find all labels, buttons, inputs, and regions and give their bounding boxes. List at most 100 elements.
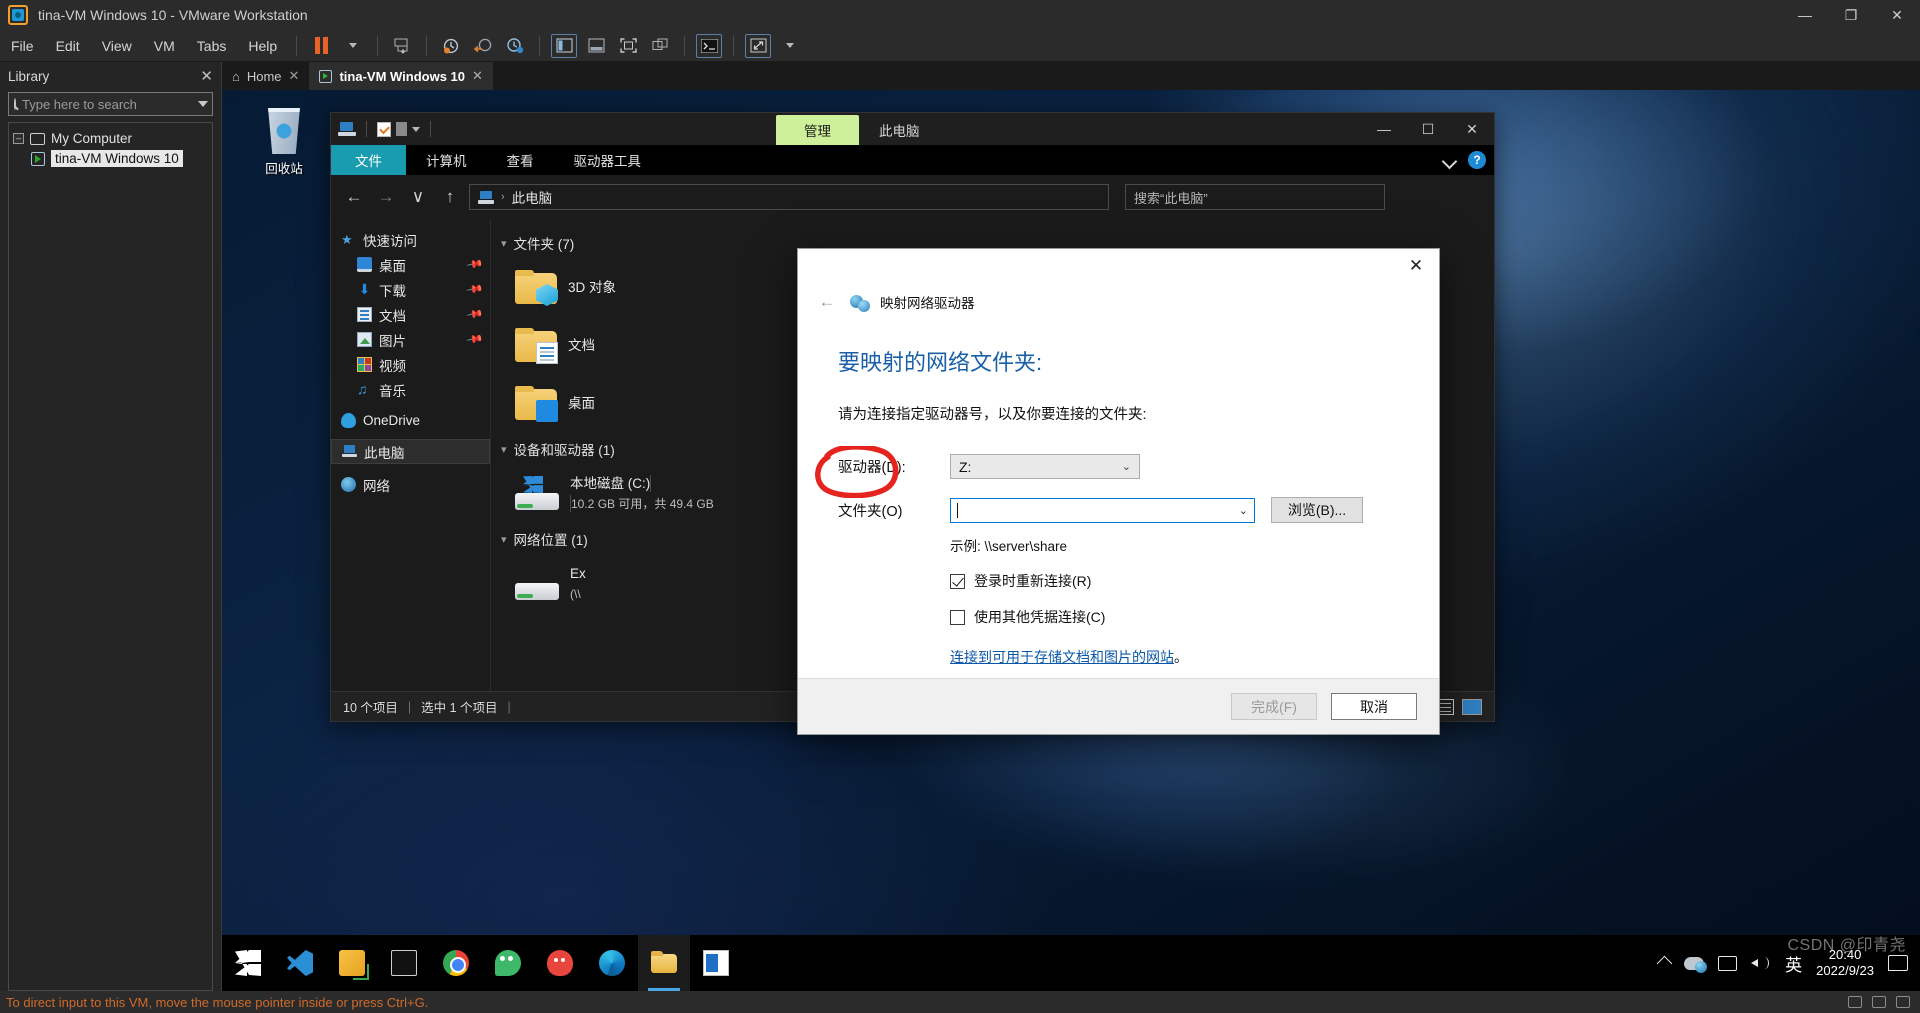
stretch-dropdown-button[interactable] <box>777 34 803 58</box>
list-item[interactable]: 文档 <box>501 317 741 375</box>
tab-tina-vm[interactable]: tina-VM Windows 10 ✕ <box>309 62 493 90</box>
menu-file[interactable]: File <box>0 34 45 58</box>
folder-input[interactable]: ⌄ <box>950 497 1255 523</box>
explorer-maximize-button[interactable]: ☐ <box>1406 113 1450 145</box>
cancel-button[interactable]: 取消 <box>1331 693 1417 720</box>
sidebar-item-documents[interactable]: 文档 📌 <box>331 302 490 327</box>
chevron-down-icon[interactable]: ⌄ <box>1239 504 1248 517</box>
recent-locations-button[interactable]: ∨ <box>405 184 431 210</box>
taskbar-item-edge[interactable] <box>586 935 638 991</box>
credentials-checkbox[interactable] <box>950 609 965 625</box>
console-button[interactable] <box>696 33 723 58</box>
sidebar-item-pictures[interactable]: 图片 📌 <box>331 327 490 352</box>
dialog-close-button[interactable]: ✕ <box>1393 249 1439 283</box>
back-button[interactable]: ← <box>341 184 367 210</box>
sidebar-item-network[interactable]: 网络 <box>331 472 490 497</box>
show-thumbnails-button[interactable] <box>583 34 609 58</box>
sidebar-item-videos[interactable]: 视频 <box>331 352 490 377</box>
vmware-close-button[interactable]: ✕ <box>1874 0 1920 30</box>
network-tray-icon[interactable] <box>1718 955 1738 971</box>
address-bar[interactable]: › 此电脑 <box>469 184 1109 210</box>
library-search-input[interactable] <box>22 96 198 112</box>
sidebar-item-music[interactable]: ♫ 音乐 <box>331 377 490 402</box>
sidebar-item-downloads[interactable]: ⬇ 下载 📌 <box>331 277 490 302</box>
ribbon-tab-manage[interactable]: 管理 <box>776 115 859 145</box>
tab-close-icon[interactable]: ✕ <box>289 68 300 84</box>
ribbon-tab-file[interactable]: 文件 <box>331 145 406 175</box>
desktop-icon-recycle-bin[interactable]: 回收站 <box>244 108 324 177</box>
expand-ribbon-icon[interactable] <box>1444 154 1456 166</box>
sidebar-item-desktop[interactable]: 桌面 📌 <box>331 252 490 277</box>
taskbar-item-snipaste[interactable] <box>326 935 378 991</box>
power-dropdown-button[interactable] <box>340 34 366 58</box>
properties-icon[interactable] <box>377 121 391 137</box>
list-item[interactable]: 3D 对象 <box>501 259 741 317</box>
breadcrumb-current[interactable]: 此电脑 <box>512 187 553 207</box>
browse-button[interactable]: 浏览(B)... <box>1271 497 1363 523</box>
stretch-guest-button[interactable] <box>745 33 772 58</box>
connect-website-link[interactable]: 连接到可用于存储文档和图片的网站 <box>950 649 1174 665</box>
take-snapshot-button[interactable] <box>438 34 464 58</box>
taskbar-item-file-explorer[interactable] <box>638 935 690 991</box>
menu-vm[interactable]: VM <box>143 34 186 58</box>
sidebar-item-this-pc[interactable]: 此电脑 <box>331 439 490 464</box>
forward-button[interactable]: → <box>373 184 399 210</box>
unity-mode-button[interactable] <box>647 34 673 58</box>
chevron-down-icon[interactable] <box>198 101 208 107</box>
taskbar-item-tim[interactable] <box>534 935 586 991</box>
explorer-close-button[interactable]: ✕ <box>1450 113 1494 145</box>
new-folder-icon[interactable] <box>396 122 407 136</box>
usb-status-icon[interactable] <box>1896 996 1910 1008</box>
tab-close-icon[interactable]: ✕ <box>472 68 483 84</box>
help-icon[interactable]: ? <box>1468 151 1486 169</box>
start-button[interactable] <box>222 935 274 991</box>
volume-tray-icon[interactable] <box>1751 955 1771 971</box>
ribbon-tab-drive-tools[interactable]: 驱动器工具 <box>554 145 662 175</box>
up-button[interactable]: ↑ <box>437 184 463 210</box>
network-status-icon[interactable] <box>1872 996 1886 1008</box>
manage-snapshots-button[interactable] <box>389 34 415 58</box>
show-hidden-icons-button[interactable] <box>1656 955 1673 971</box>
menu-view[interactable]: View <box>91 34 143 58</box>
reconnect-checkbox-row[interactable]: 登录时重新连接(R) <box>950 571 1397 591</box>
collapse-icon[interactable]: – <box>13 133 24 144</box>
tab-home[interactable]: ⌂ Home ✕ <box>222 62 309 90</box>
drive-letter-select[interactable]: Z: ⌄ <box>950 454 1140 479</box>
menu-tabs[interactable]: Tabs <box>186 34 238 58</box>
menu-edit[interactable]: Edit <box>45 34 91 58</box>
vmware-maximize-button[interactable]: ❐ <box>1828 0 1874 30</box>
show-library-button[interactable] <box>551 33 578 58</box>
explorer-minimize-button[interactable]: — <box>1362 113 1406 145</box>
tree-item-my-computer[interactable]: – My Computer <box>9 129 212 148</box>
taskbar-item-chrome[interactable] <box>430 935 482 991</box>
chevron-down-icon[interactable] <box>412 126 420 132</box>
vm-console-screen[interactable]: ⌂ Home ✕ tina-VM Windows 10 ✕ 回收站 管理 此电脑… <box>222 62 1920 991</box>
ribbon-tab-view[interactable]: 查看 <box>487 145 554 175</box>
library-close-icon[interactable]: ✕ <box>200 67 213 85</box>
revert-snapshot-button[interactable] <box>470 34 496 58</box>
taskbar-item-outlook[interactable] <box>690 935 742 991</box>
fullscreen-button[interactable] <box>615 34 641 58</box>
credentials-checkbox-row[interactable]: 使用其他凭据连接(C) <box>950 607 1397 627</box>
suspend-button[interactable] <box>308 34 334 58</box>
taskbar-item-wechat[interactable] <box>482 935 534 991</box>
tree-item-tina-vm[interactable]: tina-VM Windows 10 <box>9 148 212 169</box>
finish-button[interactable]: 完成(F) <box>1231 693 1317 720</box>
large-icons-view-button[interactable] <box>1462 698 1482 715</box>
taskbar-item-terminal[interactable] <box>378 935 430 991</box>
explorer-search-box[interactable]: 搜索“此电脑” <box>1125 184 1385 210</box>
back-button[interactable]: ← <box>814 289 840 315</box>
reconnect-checkbox[interactable] <box>950 573 965 589</box>
hard-disk-status-icon[interactable] <box>1848 996 1862 1008</box>
menu-help[interactable]: Help <box>237 34 288 58</box>
snapshot-settings-button[interactable] <box>502 34 528 58</box>
library-search-box[interactable] <box>8 92 213 116</box>
list-item[interactable]: Ex (\\ <box>501 555 741 613</box>
taskbar-item-vscode[interactable] <box>274 935 326 991</box>
onedrive-tray-icon[interactable] <box>1684 956 1708 973</box>
sidebar-item-quick-access[interactable]: ★ 快速访问 <box>331 227 490 252</box>
sidebar-item-onedrive[interactable]: OneDrive <box>331 408 490 433</box>
list-item[interactable]: 本地磁盘 (C:) 10.2 GB 可用，共 49.4 GB <box>501 465 741 523</box>
list-item[interactable]: 桌面 <box>501 375 741 433</box>
ribbon-tab-computer[interactable]: 计算机 <box>406 145 487 175</box>
